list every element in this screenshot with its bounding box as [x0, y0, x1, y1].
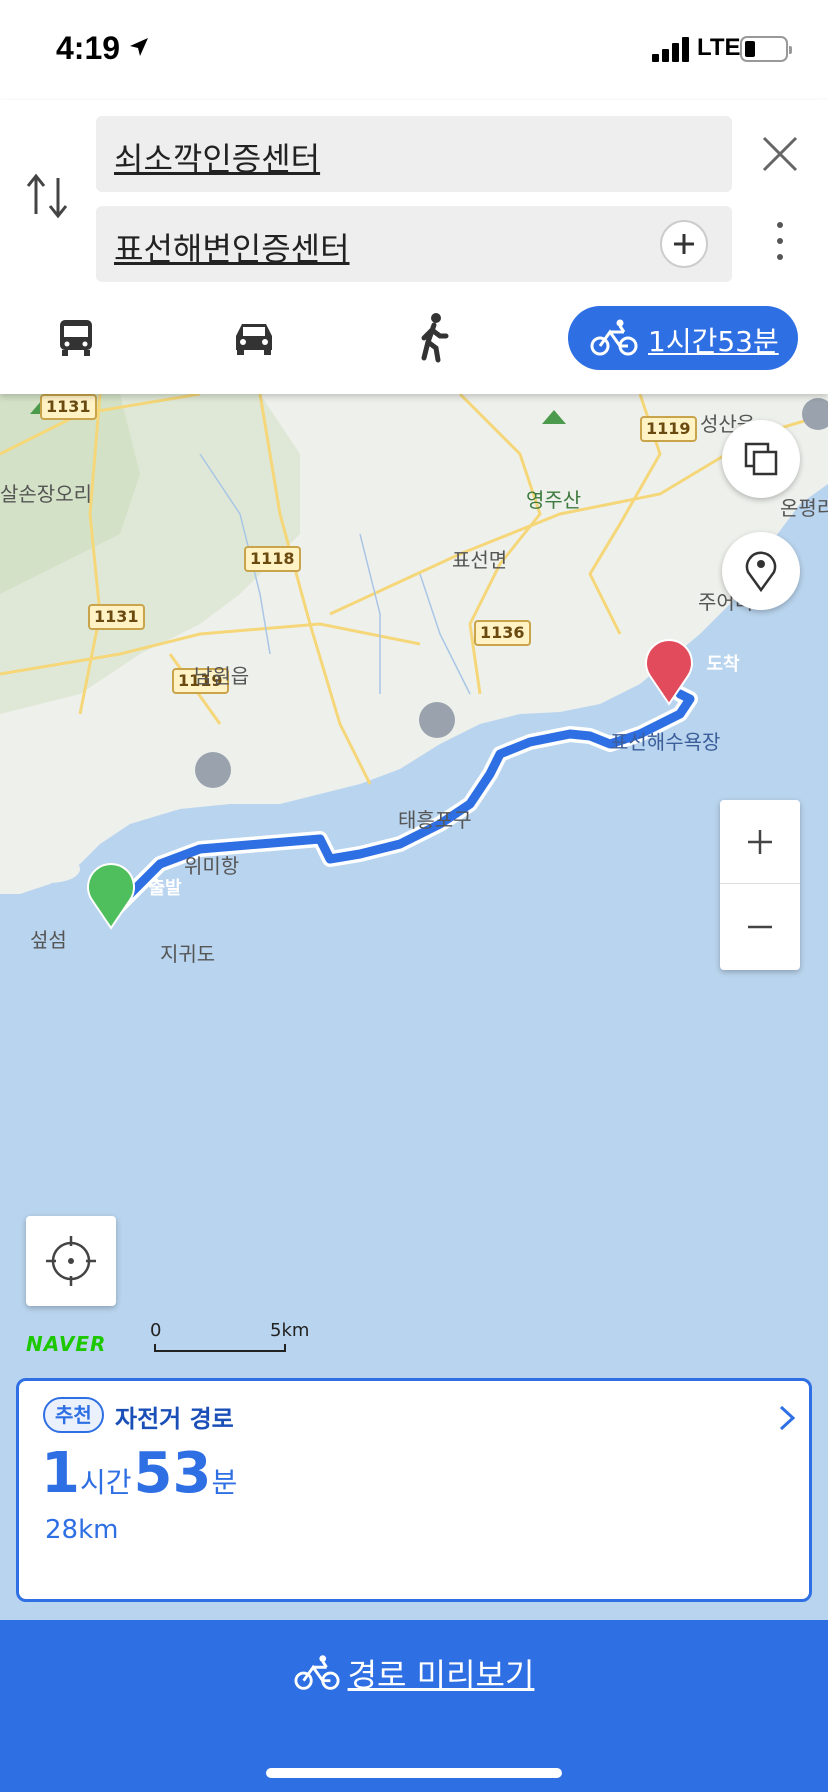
- road-shield: 1136: [474, 620, 531, 646]
- signal-icon: [652, 36, 692, 62]
- route-preview-button[interactable]: 경로 미리보기: [0, 1650, 828, 1710]
- layers-icon: [744, 442, 778, 476]
- minus-icon: [748, 925, 772, 929]
- route-search-header: 쇠소깍인증센터 표선해변인증센터 1시간53분: [0, 100, 828, 394]
- walk-icon[interactable]: [404, 308, 464, 368]
- route-distance: 28km: [45, 1515, 119, 1545]
- naver-logo: NAVER: [26, 1332, 107, 1356]
- network-label: LTE: [697, 34, 741, 61]
- duration-hours-unit: 시간: [79, 1466, 132, 1499]
- road-shield: 1118: [244, 546, 301, 572]
- route-preview-label: 경로 미리보기: [347, 1656, 535, 1694]
- map-label: 남원읍: [194, 664, 250, 688]
- map-scale: 0 5km: [150, 1320, 309, 1352]
- bicycle-icon: [294, 1655, 340, 1690]
- map-label: 영주산: [526, 488, 582, 512]
- bicycle-duration: 1시간53분: [648, 325, 779, 358]
- destination-field[interactable]: 표선해변인증센터: [96, 206, 732, 282]
- route-duration: 1시간53분: [41, 1441, 239, 1506]
- map-label: 섶섬: [30, 928, 67, 952]
- bicycle-icon: [590, 319, 638, 356]
- map-label: 지귀도: [160, 942, 216, 966]
- naver-map-screen: 4:19 LTE 쇠소깍인증센터 표선해변인증센터 1시간53분 1131 11…: [0, 0, 828, 1792]
- start-pin-label: 출발: [148, 878, 182, 899]
- plus-icon: [748, 830, 772, 854]
- home-indicator[interactable]: [266, 1768, 562, 1778]
- bottom-action-bar: 경로 미리보기: [0, 1620, 828, 1792]
- add-waypoint-button[interactable]: [660, 220, 708, 268]
- map-pin-icon: [745, 551, 777, 593]
- swap-icon[interactable]: [24, 168, 72, 224]
- route-title: 자전거 경로: [115, 1405, 234, 1433]
- bicycle-tab[interactable]: 1시간53분: [568, 306, 798, 370]
- plus-icon: [674, 234, 694, 254]
- crosshair-icon: [46, 1236, 96, 1286]
- zoom-control: [720, 800, 800, 970]
- duration-minutes: 53: [133, 1441, 212, 1506]
- place-marker-button[interactable]: [722, 532, 800, 610]
- end-pin-label: 도착: [706, 654, 740, 675]
- chevron-right-icon[interactable]: [775, 1403, 799, 1433]
- location-arrow-icon: [130, 38, 148, 56]
- map-label: 태흥포구: [398, 808, 472, 832]
- close-icon[interactable]: [760, 134, 800, 174]
- road-shield: 1131: [40, 394, 97, 420]
- recommended-badge: 추천: [43, 1397, 104, 1433]
- zoom-out-button[interactable]: [720, 885, 800, 969]
- start-pin[interactable]: 출발: [84, 860, 182, 930]
- duration-minutes-unit: 분: [211, 1466, 238, 1499]
- origin-field[interactable]: 쇠소깍인증센터: [96, 116, 732, 192]
- battery-icon: [740, 36, 792, 62]
- map-label: 표선면: [452, 548, 508, 572]
- duration-hours: 1: [41, 1441, 80, 1506]
- route-summary-card[interactable]: 추천 자전거 경로 1시간53분 28km: [16, 1378, 812, 1602]
- car-icon[interactable]: [224, 308, 284, 368]
- map-layers-button[interactable]: [722, 420, 800, 498]
- road-shield: 1131: [88, 604, 145, 630]
- scale-start: 0: [150, 1320, 162, 1341]
- end-pin[interactable]: 도착: [642, 636, 740, 706]
- end-marker-icon: [645, 639, 693, 706]
- scale-end: 5km: [270, 1320, 310, 1341]
- destination-text: 표선해변인증센터: [114, 230, 350, 268]
- bus-icon[interactable]: [46, 308, 106, 368]
- zoom-in-button[interactable]: [720, 800, 800, 884]
- status-bar: 4:19 LTE: [0, 0, 828, 100]
- origin-text: 쇠소깍인증센터: [114, 140, 321, 178]
- map-label: 살손장오리: [0, 482, 92, 506]
- status-time: 4:19: [56, 30, 121, 66]
- map-label: 위미항: [184, 854, 240, 878]
- current-location-button[interactable]: [26, 1216, 116, 1306]
- start-marker-icon: [87, 863, 135, 930]
- more-options-button[interactable]: [768, 222, 792, 266]
- map-label: 표선해수욕장: [610, 730, 721, 754]
- road-shield: 1119: [640, 416, 697, 442]
